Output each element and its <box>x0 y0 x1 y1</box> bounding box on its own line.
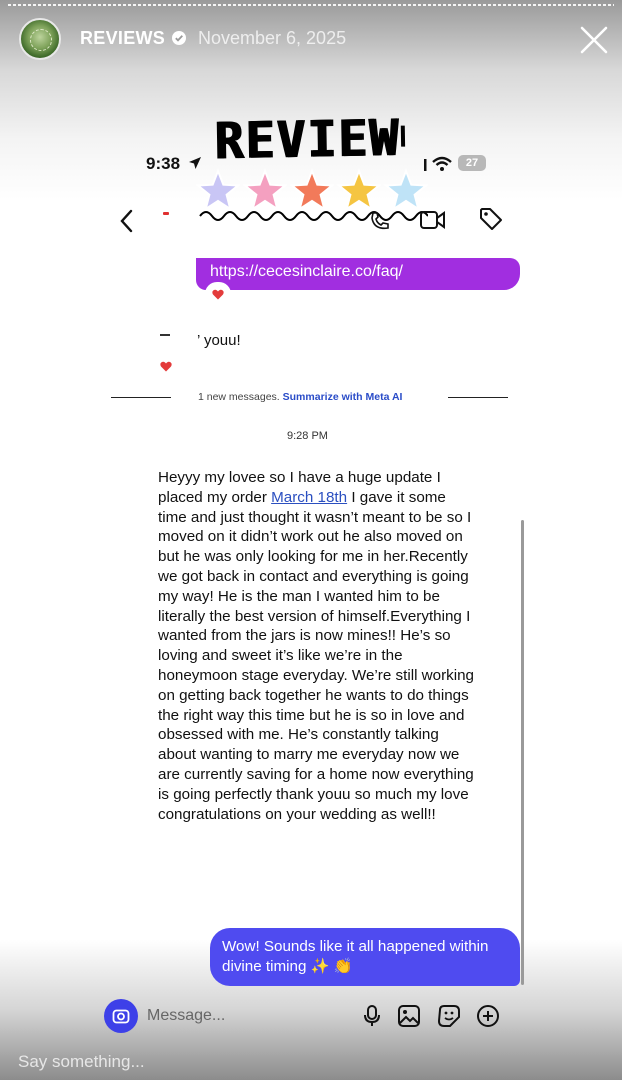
battery-indicator: 27 <box>458 155 486 171</box>
phone-icon[interactable] <box>370 212 392 232</box>
microphone-icon[interactable] <box>360 1004 384 1028</box>
star-5 <box>383 168 429 212</box>
received-message-snippet[interactable]: ’ youu! <box>197 332 241 349</box>
story-progress-bar <box>8 4 614 6</box>
review-sticker-word: REVIEW <box>213 108 400 172</box>
verified-icon <box>172 31 186 45</box>
summarize-link[interactable]: Summarize with Meta AI <box>283 391 403 403</box>
star-4 <box>336 168 382 212</box>
new-messages-count: 1 new messages. <box>198 391 280 403</box>
account-avatar[interactable] <box>19 18 61 60</box>
link-message-bubble[interactable]: https://cecesinclaire.co/faq/ <box>196 258 520 290</box>
redacted-name-mark <box>163 212 169 215</box>
back-chevron-icon[interactable] <box>118 208 136 234</box>
account-name[interactable]: REVIEWS <box>80 28 165 49</box>
received-message-text[interactable]: Heyyy my lovee so I have a huge update I… <box>158 468 478 824</box>
divider-left <box>111 397 171 398</box>
close-icon[interactable] <box>578 24 610 56</box>
plus-circle-icon[interactable] <box>476 1004 500 1028</box>
new-messages-notice: 1 new messages. Summarize with Meta AI <box>198 391 402 403</box>
star-3 <box>289 168 335 212</box>
message-input[interactable]: Message... <box>147 1007 225 1025</box>
message-part-2: I gave it some time and just thought it … <box>158 488 474 823</box>
scrollbar[interactable] <box>521 520 524 985</box>
star-2 <box>242 168 288 212</box>
message-timestamp: 9:28 PM <box>287 430 328 442</box>
heart-icon <box>212 289 224 300</box>
divider-right <box>448 397 508 398</box>
star-1 <box>196 168 241 212</box>
reaction-badge[interactable] <box>205 282 231 306</box>
video-icon[interactable] <box>420 208 446 232</box>
squiggle-underline <box>199 211 428 221</box>
sticker-icon[interactable] <box>437 1004 461 1028</box>
sent-message-bubble[interactable]: Wow! Sounds like it all happened within … <box>210 928 520 986</box>
story-date: November 6, 2025 <box>198 28 347 48</box>
story-reply-input[interactable]: Say something... <box>18 1052 145 1072</box>
camera-button[interactable] <box>104 999 138 1033</box>
camera-icon <box>112 1009 130 1024</box>
date-link[interactable]: March 18th <box>271 489 347 506</box>
phone-time: 9:38 <box>146 154 181 173</box>
gallery-icon[interactable] <box>397 1004 421 1028</box>
heart-icon <box>160 361 172 372</box>
redacted-mark <box>160 334 170 336</box>
tag-icon[interactable] <box>478 206 504 232</box>
